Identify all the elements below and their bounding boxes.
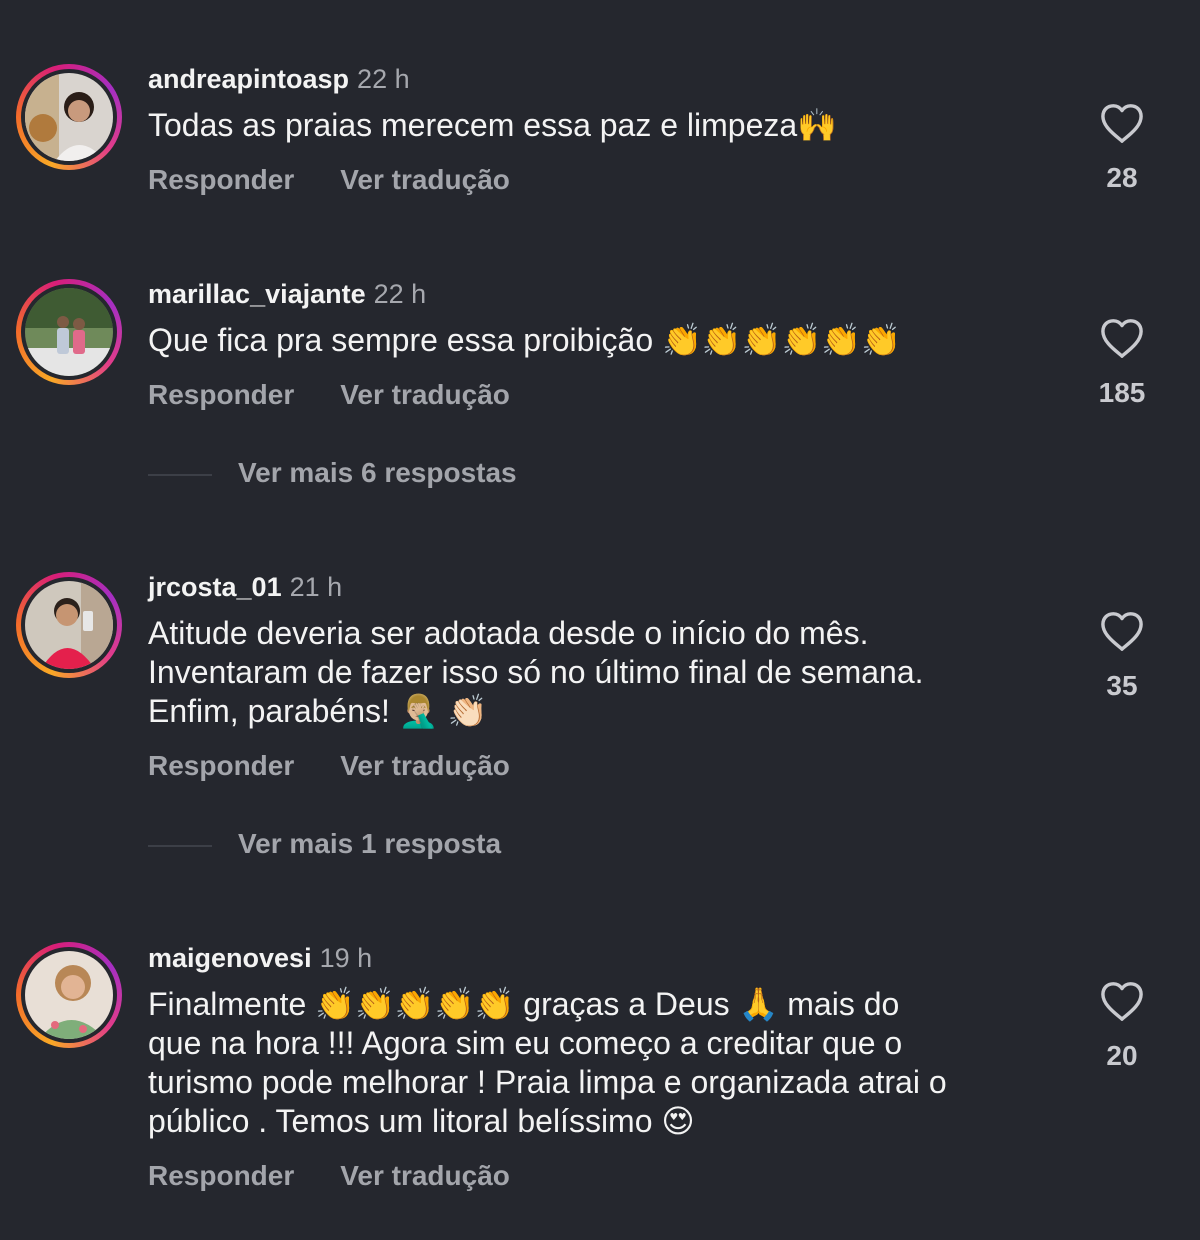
see-translation-button[interactable]: Ver tradução	[340, 750, 510, 781]
like-count: 28	[1106, 162, 1138, 193]
reply-button[interactable]: Responder	[148, 1160, 294, 1191]
avatar[interactable]	[16, 279, 122, 385]
comment-text: Atitude deveria ser adotada desde o iníc…	[148, 614, 1048, 731]
heart-outline-icon[interactable]	[1099, 102, 1145, 144]
reply-button[interactable]: Responder	[148, 750, 294, 781]
username[interactable]: jrcosta_01	[148, 572, 282, 602]
timestamp: 22 h	[357, 64, 410, 94]
username[interactable]: andreapintoasp	[148, 64, 349, 94]
heart-outline-icon[interactable]	[1099, 317, 1145, 359]
see-translation-button[interactable]: Ver tradução	[340, 1160, 510, 1191]
divider-line	[148, 844, 212, 847]
timestamp: 19 h	[319, 943, 373, 973]
avatar[interactable]	[16, 942, 122, 1048]
comment-text: Que fica pra sempre essa proibição 👏👏👏👏👏…	[148, 322, 902, 358]
comment-text-line: Enfim, parabéns! 🤦🏼‍♂️ 👏🏻	[148, 693, 488, 729]
like-count: 185	[1098, 377, 1146, 408]
comment-text-line: Finalmente 👏👏👏👏👏 graças a Deus 🙏 mais do	[148, 986, 900, 1022]
reply-button[interactable]: Responder	[148, 379, 294, 410]
avatar[interactable]	[16, 572, 122, 678]
view-more-replies-label: Ver mais 6 respostas	[238, 457, 517, 488]
view-more-replies-label: Ver mais 1 resposta	[238, 828, 502, 859]
username[interactable]: marillac_viajante	[148, 279, 366, 309]
comments-list: andreapintoasp 22 h Todas as praias merec…	[0, 0, 1200, 1240]
see-translation-button[interactable]: Ver tradução	[340, 379, 510, 410]
comment-text-line: Inventaram de fazer isso só no último fi…	[148, 654, 924, 690]
avatar[interactable]	[16, 64, 122, 170]
heart-outline-icon[interactable]	[1099, 610, 1145, 652]
divider-line	[148, 473, 212, 476]
comment-text-line: turismo pode melhorar ! Praia limpa e or…	[148, 1064, 947, 1100]
comment-text-line: Atitude deveria ser adotada desde o iníc…	[148, 615, 869, 651]
comment-text: Todas as praias merecem essa paz e limpe…	[148, 107, 838, 143]
view-more-replies-button[interactable]: Ver mais 1 resposta	[148, 828, 501, 860]
like-count: 20	[1106, 1040, 1138, 1071]
timestamp: 21 h	[289, 572, 343, 602]
heart-outline-icon[interactable]	[1099, 980, 1145, 1022]
timestamp: 22 h	[373, 279, 427, 309]
like-count: 35	[1106, 670, 1138, 701]
username[interactable]: maigenovesi	[148, 943, 312, 973]
see-translation-button[interactable]: Ver tradução	[340, 164, 510, 195]
comment-text-line: público . Temos um litoral belíssimo 😍	[148, 1103, 695, 1139]
reply-button[interactable]: Responder	[148, 164, 294, 195]
comment-text-line: que na hora !!! Agora sim eu começo a cr…	[148, 1025, 903, 1061]
view-more-replies-button[interactable]: Ver mais 6 respostas	[148, 457, 517, 489]
comment-text: Finalmente 👏👏👏👏👏 graças a Deus 🙏 mais do…	[148, 985, 1048, 1141]
